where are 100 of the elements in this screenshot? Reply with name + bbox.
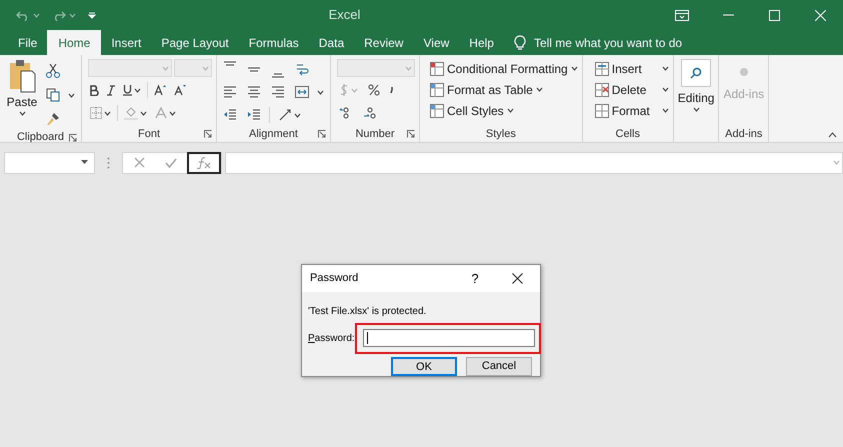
font-color-icon — [155, 107, 167, 119]
group-label: Add-ins — [725, 126, 762, 142]
dialog-launcher[interactable] — [204, 130, 212, 138]
lightbulb-icon — [514, 34, 526, 50]
align-icon — [247, 86, 261, 98]
caret-icon — [140, 110, 147, 116]
dialog-button[interactable]: OK — [391, 357, 457, 376]
ribbon-tab[interactable]: Review — [354, 30, 414, 55]
brush-icon — [46, 112, 60, 126]
chevron-up-icon — [828, 132, 837, 138]
delete-cells-icon — [594, 82, 609, 96]
launcher-icon — [69, 134, 77, 142]
middle-align-icon — [247, 66, 261, 72]
group-label: Styles — [486, 126, 516, 142]
paste-button[interactable]: Paste — [4, 59, 40, 129]
ribbon-tab[interactable]: File — [8, 30, 48, 55]
caret-icon — [294, 112, 301, 118]
close-icon — [512, 273, 522, 284]
caret-icon — [202, 66, 209, 70]
ribbon-tab[interactable]: Page Layout — [151, 30, 239, 55]
help-button[interactable]: ? — [456, 265, 494, 292]
caret-icon — [405, 66, 412, 70]
customize-button[interactable] — [88, 11, 96, 19]
ribbon-tab[interactable]: View — [413, 30, 460, 55]
increase-indent-icon — [247, 109, 261, 121]
check-icon — [165, 158, 177, 168]
dialog-message: 'Test File.xlsx' is protected. — [308, 306, 426, 317]
table-icon — [430, 82, 444, 96]
italic-icon — [107, 84, 115, 96]
top-align-icon — [223, 61, 237, 66]
maximize-icon — [768, 10, 780, 20]
align-icon — [223, 86, 237, 98]
caret-icon — [68, 92, 75, 98]
caret-icon — [833, 160, 840, 165]
bottom-align-icon — [271, 73, 285, 78]
caret-icon — [662, 108, 669, 113]
dot-icon — [738, 67, 749, 77]
field-label: Password: — [308, 332, 356, 346]
scissors-icon — [46, 64, 60, 78]
ribbon-display-icon — [675, 10, 689, 20]
ribbon-tab[interactable]: Formulas — [238, 30, 309, 55]
clipboard-icon — [8, 59, 36, 93]
bold-icon — [90, 84, 99, 96]
comma-icon — [390, 86, 394, 94]
dollar-icon — [339, 83, 349, 97]
dialog-launcher[interactable] — [69, 134, 77, 142]
cells-menu-button[interactable]: Format — [594, 101, 669, 120]
password-field[interactable] — [363, 329, 535, 347]
insert-function-button[interactable] — [187, 152, 221, 174]
launcher-icon — [407, 130, 415, 138]
caret-icon — [506, 108, 514, 113]
align-icon — [271, 86, 285, 98]
styles-menu-button[interactable]: Cell Styles — [430, 101, 578, 120]
ribbon-tab[interactable]: Help — [459, 30, 504, 55]
caret-icon — [33, 12, 40, 18]
editing-button[interactable]: Editing — [678, 59, 714, 125]
percent-icon — [368, 84, 380, 96]
caret-icon — [662, 87, 669, 92]
caret-icon — [104, 110, 111, 116]
group-label: Font — [138, 126, 160, 142]
dialog-launcher[interactable] — [407, 130, 415, 138]
minimize-icon — [722, 14, 734, 16]
cells-menu-button[interactable]: Delete — [594, 80, 669, 99]
ribbon-tab[interactable]: Data — [308, 30, 354, 55]
shrink-font-icon — [174, 84, 186, 96]
function-icon — [197, 156, 211, 168]
dialog-button[interactable]: Cancel — [466, 357, 532, 376]
close-icon — [134, 157, 144, 168]
caret-icon — [662, 66, 669, 71]
styles-menu-button[interactable]: Format as Table — [430, 80, 578, 99]
ribbon-tab[interactable]: Home — [47, 30, 102, 55]
formula-field[interactable] — [225, 152, 843, 174]
group-label: Clipboard — [16, 130, 64, 145]
styles-menu-button[interactable]: Conditional Formatting — [430, 59, 578, 78]
caret-icon — [692, 107, 700, 112]
decrease-indent-icon — [223, 109, 237, 121]
cells-menu-button[interactable]: Insert — [594, 59, 669, 78]
cell-styles-icon — [430, 104, 444, 118]
grow-font-icon — [154, 84, 166, 96]
conditional-formatting-icon — [430, 62, 444, 76]
undo-icon — [16, 9, 30, 21]
window-title: Excel — [328, 6, 360, 24]
search-icon — [690, 67, 702, 79]
borders-icon — [90, 107, 102, 119]
close-icon — [814, 10, 826, 20]
wrap-text-icon — [295, 62, 309, 76]
caret-icon — [351, 88, 358, 92]
dialog-launcher[interactable] — [318, 130, 326, 138]
orientation-icon — [278, 108, 292, 122]
collapse-ribbon-button[interactable] — [828, 132, 837, 138]
ribbon-tab[interactable]: Insert — [101, 30, 152, 55]
group-label: Cells — [616, 126, 640, 142]
caret-icon — [69, 12, 76, 18]
tell-me-field[interactable]: Tell me what you want to do — [504, 30, 682, 55]
caret-icon — [570, 66, 578, 71]
caret-icon — [134, 88, 141, 92]
caret-icon — [536, 87, 543, 92]
caret-icon — [162, 66, 169, 70]
redo-icon — [52, 9, 66, 21]
copy-icon — [46, 88, 60, 102]
